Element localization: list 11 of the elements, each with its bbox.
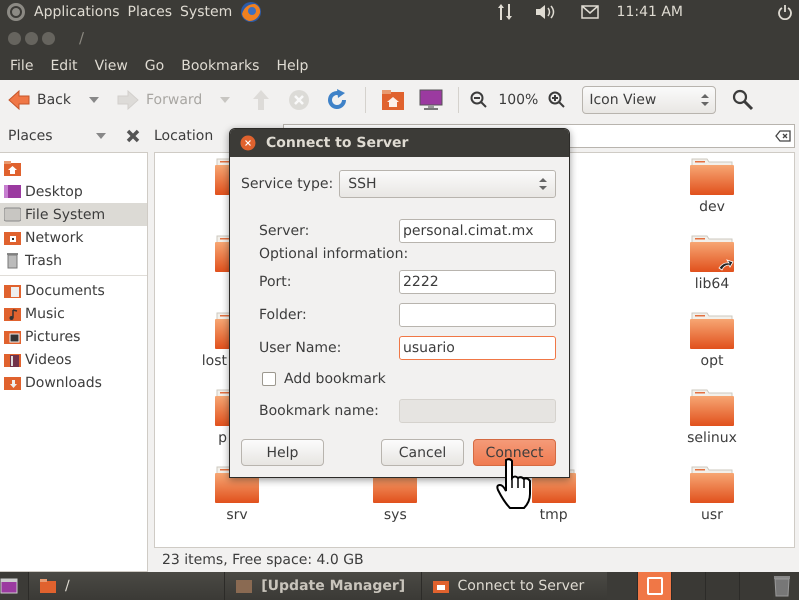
dialog-title: Connect to Server	[266, 135, 408, 151]
field-label: Folder:	[259, 306, 308, 322]
location-label: Location	[154, 128, 214, 144]
zoom-level: 100%	[498, 92, 538, 108]
field-label: Service type:	[241, 176, 334, 192]
field-label: Bookmark name:	[259, 402, 380, 418]
section-heading: Optional information:	[259, 246, 408, 262]
field-label: Server:	[259, 222, 310, 238]
field-label: User Name:	[259, 340, 342, 356]
field-label: Port:	[259, 274, 292, 290]
window-title: /	[79, 29, 84, 47]
